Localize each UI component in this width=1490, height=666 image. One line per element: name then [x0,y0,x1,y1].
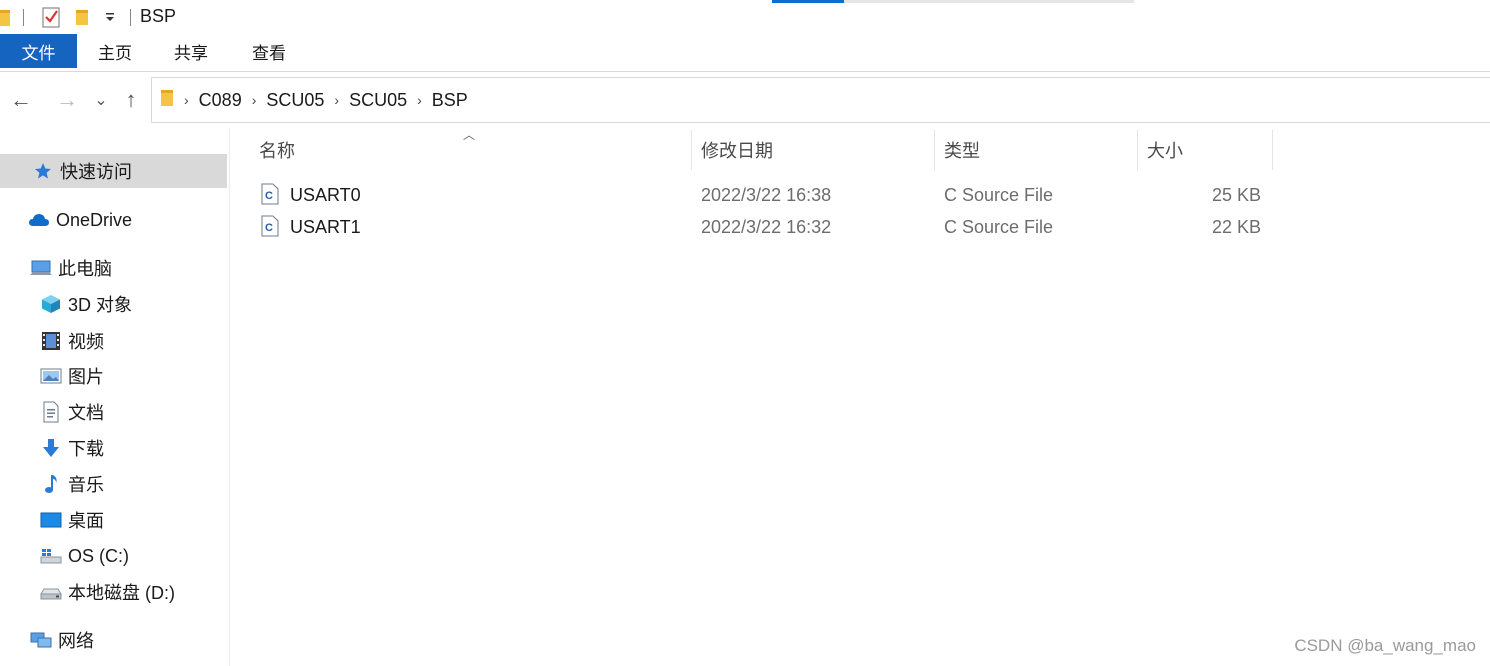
music-note-icon [40,473,62,495]
forward-arrow-icon[interactable]: → [55,87,79,112]
windows-drive-icon [40,545,62,567]
sidebar-item-label: 3D 对象 [68,295,133,315]
sidebar-item-3d-objects[interactable]: 3D 对象 [40,287,132,321]
download-arrow-icon [40,437,62,459]
sidebar-item-drive-c[interactable]: OS (C:) [40,539,129,573]
file-modified: 2022/3/22 16:32 [701,217,832,237]
navigation-bar: ← → ⌄ ↑ › C089 › SCU05 › SCU05 › BSP [0,72,1490,128]
sidebar-item-quick-access[interactable]: 快速访问 [0,154,227,188]
svg-text:C: C [265,190,273,202]
address-bar[interactable]: › C089 › SCU05 › SCU05 › BSP [151,77,1490,123]
star-icon [32,160,54,182]
sidebar-item-videos[interactable]: 视频 [40,324,104,358]
file-type: C Source File [944,185,1054,205]
network-icon [30,629,52,651]
column-divider[interactable] [1137,130,1138,170]
cloud-icon [28,209,50,231]
title-accent-strip-gray [844,0,1134,3]
column-divider[interactable] [934,130,935,170]
sidebar-item-drive-d[interactable]: 本地磁盘 (D:) [40,575,175,609]
tab-file[interactable]: 文件 [0,34,77,68]
column-header-type[interactable]: 类型 [944,128,980,172]
sidebar-item-network[interactable]: 网络 [30,623,94,657]
c-source-file-icon: C [261,215,279,242]
svg-text:C: C [265,222,273,234]
column-divider[interactable] [691,130,692,170]
sidebar-item-onedrive[interactable]: OneDrive [28,203,132,237]
title-accent-strip [772,0,844,3]
breadcrumb-chevron-icon[interactable]: › [417,92,422,108]
column-divider[interactable] [1272,130,1273,170]
breadcrumb-item[interactable]: SCU05 [266,90,324,111]
folder-icon [160,88,174,113]
file-modified: 2022/3/22 16:38 [701,185,832,205]
sidebar-item-label: 文档 [68,403,104,423]
back-arrow-icon[interactable]: ← [9,87,33,112]
cube-3d-icon [40,293,62,315]
toolbar-separator [130,9,131,26]
column-header-size[interactable]: 大小 [1147,128,1183,172]
recent-locations-chevron-icon[interactable]: ⌄ [89,88,113,112]
sidebar-item-downloads[interactable]: 下载 [40,431,104,465]
watermark: CSDN @ba_wang_mao [1294,636,1476,655]
sidebar-item-label: OneDrive [56,209,133,230]
window-title: BSP [140,6,177,26]
ribbon-tabs: 文件 主页 共享 查看 [0,34,1490,72]
c-source-file-icon: C [261,183,279,210]
breadcrumb-item[interactable]: BSP [432,90,468,111]
sidebar-item-label: 图片 [68,367,104,387]
column-header-name[interactable]: 名称 [259,128,295,172]
film-icon [40,330,62,352]
sidebar-item-documents[interactable]: 文档 [40,395,104,429]
sidebar-item-pictures[interactable]: 图片 [40,359,104,393]
tab-view[interactable]: 查看 [240,34,298,68]
sidebar-item-label: 下载 [68,439,104,459]
hard-drive-icon [40,581,62,603]
computer-icon [30,257,52,279]
desktop-icon [40,509,62,531]
up-arrow-icon[interactable]: ↑ [119,87,143,112]
properties-check-icon[interactable] [41,6,61,28]
sidebar-item-label: 快速访问 [60,162,132,182]
file-name: USART0 [290,185,361,205]
file-size: 25 KB [1212,185,1262,205]
navigation-pane: 快速访问 OneDrive 此电脑 3D 对象 视频 图片 文档 下载 音乐 桌… [0,128,230,666]
tab-share[interactable]: 共享 [162,34,220,68]
picture-icon [40,365,62,387]
sidebar-item-label: 音乐 [68,475,104,495]
file-name: USART1 [290,217,361,237]
breadcrumb-chevron-icon[interactable]: › [184,92,189,108]
document-icon [40,401,62,423]
toolbar-separator [23,9,24,26]
file-list-view: ︿ 名称 修改日期 类型 大小 C USART0 2022/3/22 16:38… [231,128,1490,666]
customize-dropdown-icon[interactable] [104,6,116,28]
sidebar-item-this-pc[interactable]: 此电脑 [30,251,112,285]
title-bar: BSP [0,0,1490,34]
sidebar-item-desktop[interactable]: 桌面 [40,503,104,537]
new-folder-icon[interactable] [74,6,94,28]
sidebar-item-label: 本地磁盘 (D:) [68,583,175,603]
sidebar-item-label: OS (C:) [68,545,129,566]
file-size: 22 KB [1212,217,1262,237]
folder-icon[interactable] [0,6,12,28]
breadcrumb-item[interactable]: C089 [199,90,242,111]
sidebar-item-label: 桌面 [68,511,104,531]
breadcrumb-chevron-icon[interactable]: › [334,92,339,108]
sort-ascending-icon: ︿ [463,128,476,142]
sidebar-item-label: 网络 [58,631,94,651]
sidebar-item-music[interactable]: 音乐 [40,467,104,501]
column-header-modified[interactable]: 修改日期 [701,128,773,172]
sidebar-item-label: 此电脑 [58,259,112,279]
tab-home[interactable]: 主页 [86,34,144,68]
file-type: C Source File [944,217,1054,237]
sidebar-item-label: 视频 [68,332,104,352]
breadcrumb-chevron-icon[interactable]: › [252,92,257,108]
table-row[interactable]: C USART1 2022/3/22 16:32 C Source File 2… [251,211,1281,243]
table-row[interactable]: C USART0 2022/3/22 16:38 C Source File 2… [251,179,1281,211]
breadcrumb-item[interactable]: SCU05 [349,90,407,111]
